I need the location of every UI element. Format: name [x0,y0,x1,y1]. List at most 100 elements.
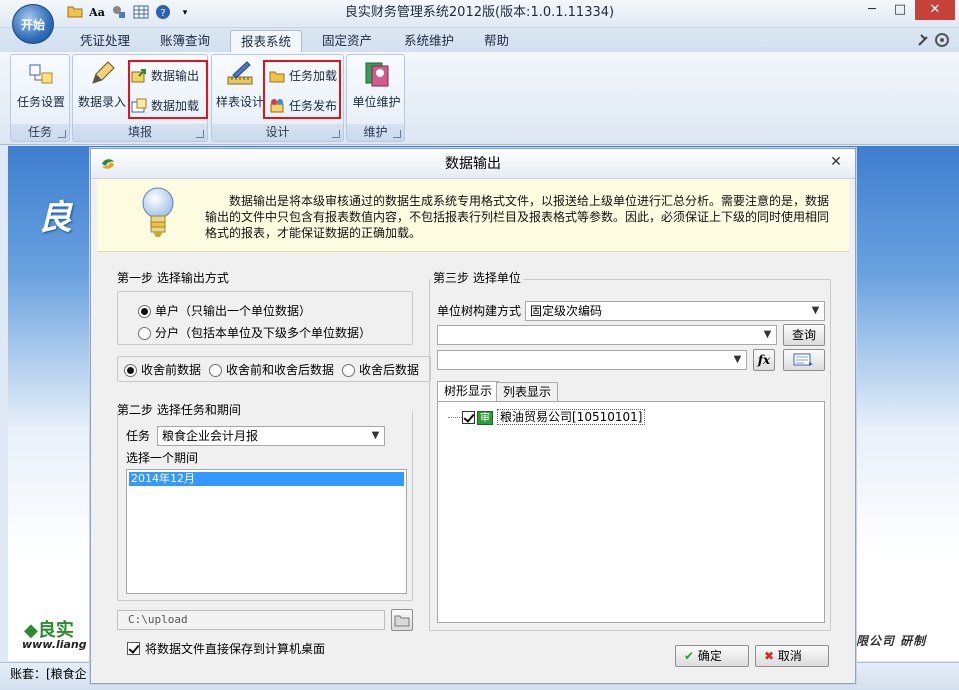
radio-pre-and-post-close[interactable]: 收舍前和收舍后数据 [209,361,334,379]
lightbulb-icon [142,187,174,237]
dialog-title-bar: 数据输出 ✕ [91,149,855,179]
chevron-down-icon: ▼ [763,329,772,340]
ok-button[interactable]: ✔ 确定 [675,645,749,667]
brand-logo: 良 [38,198,72,238]
tab-voucher[interactable]: 凭证处理 [70,30,140,52]
task-settings-button[interactable]: 任务设置 [15,59,67,110]
task-label: 任务 [126,429,151,443]
tree-checkbox-checked[interactable] [462,411,475,424]
tab-system[interactable]: 系统维护 [394,30,464,52]
cancel-button[interactable]: ✖ 取消 [755,645,829,667]
radio-post-close[interactable]: 收舍后数据 [342,361,419,379]
check-icon: ✔ [684,649,695,663]
group-expand-icon[interactable] [393,130,401,138]
approved-badge: 审 [477,410,493,425]
group-expand-icon[interactable] [58,130,66,138]
template-design-label: 样表设计 [215,95,264,109]
group-label-fill: 填报 [73,124,207,141]
brand-url: www.liang [22,638,87,651]
minimize-button[interactable]: ─ [858,0,886,20]
output-path-input[interactable]: C:\upload [117,610,385,630]
tab-ledger[interactable]: 账簿查询 [150,30,220,52]
step1-title: 第一步 选择输出方式 [117,271,229,285]
period-label: 选择一个期间 [126,451,199,465]
cancel-button-label: 取消 [777,649,802,663]
chevron-down-icon: ▼ [371,430,380,441]
start-button[interactable]: 开始 [12,4,54,44]
ok-button-label: 确定 [697,649,722,663]
settings-icon[interactable] [916,31,952,49]
unit-search-select[interactable]: ▼ [437,325,777,345]
group-label-design: 设计 [212,124,343,141]
tree-node-unit[interactable]: 审粮油贸易公司[10510101] [462,408,646,426]
output-mode-group: 单户（只输出一个单位数据） 分户（包括本单位及下级多个单位数据） [117,291,413,345]
filter-apply-button[interactable] [783,349,825,371]
highlight-box [128,60,208,119]
dialog-title: 数据输出 [445,156,501,172]
group-expand-icon[interactable] [196,130,204,138]
title-bar: 良实财务管理系统2012版(版本:1.0.1.11334) Aa ? ▾ ─ □… [0,0,959,28]
tab-tree-view[interactable]: 树形显示 [437,381,500,402]
unit-maintain-icon [365,62,388,87]
task-select[interactable]: 粮食企业会计月报 ▼ [157,426,385,446]
tab-report[interactable]: 报表系统 [230,30,303,52]
tree-mode-value: 固定级次编码 [530,304,603,318]
dialog-close-button[interactable]: ✕ [825,152,847,172]
ribbon-group-task: 任务设置 任务 [10,54,70,142]
formula-fx-button[interactable]: fx [753,349,775,371]
tab-list-view[interactable]: 列表显示 [496,382,559,402]
unit-maintain-label: 单位维护 [352,95,401,109]
group-expand-icon[interactable] [332,130,340,138]
maximize-button[interactable]: □ [886,0,914,20]
company-credit: 限公司 研制 [856,634,927,648]
info-text: 数据输出是将本级审核通过的数据生成系统专用格式文件，以报送给上级单位进行汇总分析… [205,194,830,240]
ribbon: 任务设置 任务 数据录入 数据输出 数据加载 填报 样表设计 任务加载 任务发布… [0,52,959,145]
tree-mode-select[interactable]: 固定级次编码 ▼ [525,301,825,321]
step3-title: 第三步 选择单位 [431,269,523,287]
tree-mode-label: 单位树构建方式 [437,304,522,318]
filter-list-icon [793,353,813,366]
data-entry-button[interactable]: 数据录入 [76,59,128,110]
radio-pre-close[interactable]: 收舍前数据 [124,361,201,379]
application-window: 良实财务管理系统2012版(版本:1.0.1.11334) Aa ? ▾ ─ □… [0,0,959,690]
open-folder-icon[interactable] [66,4,84,22]
radio-pre-close-label: 收舍前数据 [141,363,202,377]
svg-text:?: ? [160,8,165,19]
save-to-desktop-checkbox[interactable]: 将数据文件直接保存到计算机桌面 [127,641,325,657]
task-settings-icon [29,64,53,84]
close-button[interactable]: ✕ [915,0,955,20]
radio-multi-unit[interactable]: 分户（包括本单位及下级多个单位数据） [138,324,371,342]
template-design-button[interactable]: 样表设计 [214,59,266,110]
grid-icon[interactable] [132,4,150,22]
radio-single-unit[interactable]: 单户（只输出一个单位数据） [138,302,311,320]
highlight-box [263,60,341,119]
pen-icon [92,61,115,84]
unit-tree: 审粮油贸易公司[10510101] [437,401,825,623]
radio-post-close-label: 收舍后数据 [359,363,420,377]
tab-help[interactable]: 帮助 [474,30,519,52]
font-aa-icon[interactable]: Aa [88,4,106,22]
status-text: 账套：[粮食企 [10,667,87,681]
task-select-value: 粮食企业会计月报 [162,429,259,443]
task-settings-label: 任务设置 [16,95,65,109]
data-entry-label: 数据录入 [77,95,126,109]
close-option-group: 收舍前数据 收舍前和收舍后数据 收舍后数据 [117,356,431,382]
unit-filter-select[interactable]: ▼ [437,350,747,370]
radio-single-unit-label: 单户（只输出一个单位数据） [155,304,312,318]
tools-icon[interactable] [110,4,128,22]
chevron-down-icon: ▼ [733,354,742,365]
browse-folder-button[interactable] [391,609,413,631]
ribbon-group-maintain: 单位维护 维护 [346,54,405,142]
info-panel: 数据输出是将本级审核通过的数据生成系统专用格式文件，以报送给上级单位进行汇总分析… [97,179,849,252]
cross-icon: ✖ [764,649,775,663]
tab-assets[interactable]: 固定资产 [312,30,382,52]
unit-maintain-button[interactable]: 单位维护 [349,59,404,110]
open-folder-icon [394,615,410,627]
help-icon[interactable]: ? [154,4,172,22]
period-item-selected[interactable]: 2014年12月 [129,472,404,486]
qat-dropdown-icon[interactable]: ▾ [176,4,194,22]
query-button[interactable]: 查询 [783,324,825,346]
period-list[interactable]: 2014年12月 [126,469,407,594]
menu-bar: 凭证处理 账簿查询 报表系统 固定资产 系统维护 帮助 [0,28,959,52]
save-to-desktop-label: 将数据文件直接保存到计算机桌面 [145,642,326,656]
